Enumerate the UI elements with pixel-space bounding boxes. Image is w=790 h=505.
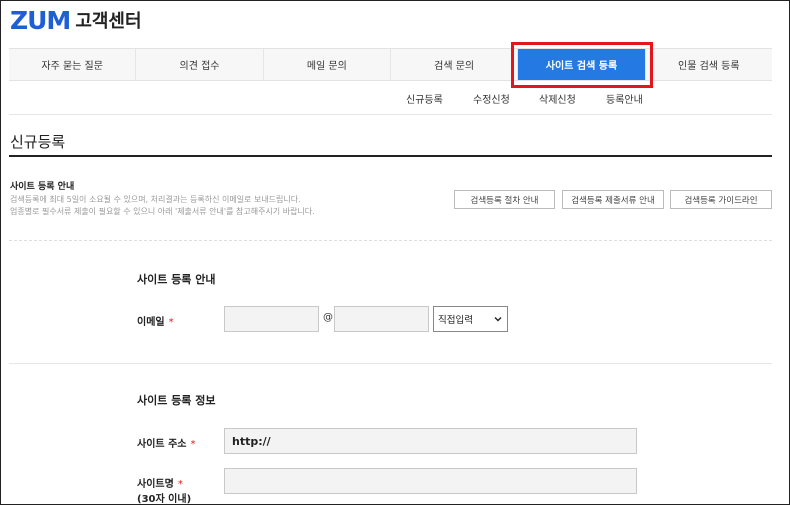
guideline-button[interactable]: 검색등록 가이드라인 [670,190,772,209]
email-domain-select-value: 직접입력 [438,315,473,326]
email-label-text: 이메일 [137,317,165,328]
required-mark: * [177,479,183,490]
email-label: 이메일 * [137,313,174,328]
tab-site-search-registration[interactable]: 사이트 검색 등록 [518,49,646,80]
section-divider [9,240,772,241]
page-title: 신규등록 [10,133,66,151]
info-text: 검색등록에 최대 5일이 소요될 수 있으며, 처리결과는 등록하신 이메일로 … [10,194,450,218]
at-sign: @ [323,312,333,323]
site-url-label: 사이트 주소 * [137,435,195,450]
info-title: 사이트 등록 안내 [10,182,75,192]
divider [9,114,772,115]
section-divider-2 [9,363,772,364]
required-mark: * [168,317,174,328]
tab-person-search-registration[interactable]: 인물 검색 등록 [646,49,772,80]
tab-faq[interactable]: 자주 묻는 질문 [9,49,137,80]
email-domain-input[interactable] [334,306,429,332]
procedure-guide-button[interactable]: 검색등록 절차 안내 [454,190,555,209]
email-local-input[interactable] [224,306,319,332]
section-heading-info: 사이트 등록 정보 [137,394,216,407]
sub-nav-delete-request[interactable]: 삭제신청 [539,91,576,106]
customer-center-title[interactable]: 고객센터 [75,7,141,33]
section-heading-guide: 사이트 등록 안내 [137,273,216,286]
required-mark: * [190,439,196,450]
page-frame: ZUM 고객센터 자주 묻는 질문 의견 접수 메일 문의 검색 문의 사이트 … [0,0,790,505]
title-divider [9,155,772,157]
site-url-label-text: 사이트 주소 [137,439,187,450]
email-domain-select[interactable]: 직접입력 [433,306,508,332]
header: ZUM 고객센터 [10,6,142,35]
tab-mail-inquiry[interactable]: 메일 문의 [264,49,391,80]
zum-logo[interactable]: ZUM [10,6,71,35]
sub-nav: 신규등록 수정신청 삭제신청 등록안내 [1,91,789,111]
site-name-label: 사이트명 * [137,475,183,490]
chevron-down-icon [494,317,502,322]
sub-nav-new-registration[interactable]: 신규등록 [406,91,443,106]
tab-search-inquiry[interactable]: 검색 문의 [391,49,519,80]
documents-guide-button[interactable]: 검색등록 제출서류 안내 [562,190,664,209]
info-line-2: 업종별로 필수서류 제출이 필요할 수 있으니 아래 '제출서류 안내'를 참고… [10,207,315,216]
main-tab-bar: 자주 묻는 질문 의견 접수 메일 문의 검색 문의 사이트 검색 등록 인물 … [9,48,772,81]
sub-nav-modify-request[interactable]: 수정신청 [473,91,510,106]
site-name-input[interactable] [224,468,637,494]
tab-feedback[interactable]: 의견 접수 [136,49,264,80]
info-line-1: 검색등록에 최대 5일이 소요될 수 있으며, 처리결과는 등록하신 이메일로 … [10,195,301,204]
site-name-label-text: 사이트명 [137,479,174,490]
site-name-length-note: (30자 이내) [137,494,192,505]
sub-nav-registration-guide[interactable]: 등록안내 [606,91,643,106]
site-url-input[interactable]: http:// [224,428,637,454]
